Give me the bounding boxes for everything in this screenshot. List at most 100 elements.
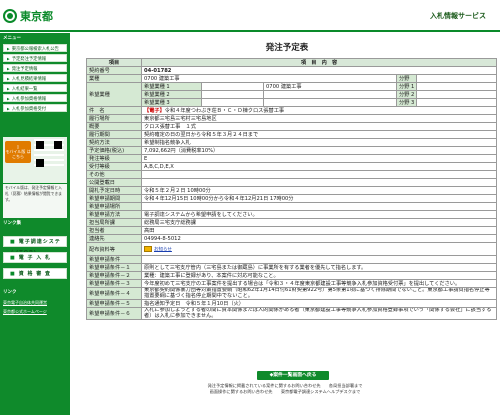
row-value: 東京都三宅島三宅村三宅島地区 xyxy=(140,114,498,123)
row-value: 指名通知予定日 令和５年１月10日（火） xyxy=(140,299,498,308)
kenmei-value: 【電子】令和４年度つわぶき荘Ｂ・Ｃ・Ｄ棟クロス張替工事 xyxy=(140,106,498,115)
sidebar-item-kekka[interactable]: 入札見積結果情報 xyxy=(3,74,67,82)
table-row: 希望申請場所 xyxy=(86,202,498,211)
sidebar-button-top[interactable]: 電子調達システム(TOP) xyxy=(3,236,67,256)
spec-table: 項目 項 目 内 容 契約番号 04-01782 業種 0700 建築工事 分野… xyxy=(86,58,498,320)
sidebar-button-denshi-nyusatsu[interactable]: 電 子 入 札 xyxy=(3,252,67,263)
attach-link[interactable]: お知らせ xyxy=(154,247,172,252)
row-label: その他 xyxy=(86,170,142,179)
sidebar-link-tokyo-hp[interactable]: 東京都公式ホームページ xyxy=(3,308,67,315)
sidebar-menu-head: メニュー xyxy=(3,36,21,41)
row-value: A,B,C,D,E,X xyxy=(140,162,498,171)
footer-line-2: 画面操作に関するお問い合わせ先 東京都電子調達システムヘルプデスクまで xyxy=(209,389,361,394)
table-row: 公開登載日 xyxy=(86,178,498,187)
kenmei-tag: 【電子】 xyxy=(144,108,165,114)
footer: 発注予定情報に掲載されている案件に関するお問い合わせ先 各局担当部署まで 画面操… xyxy=(70,383,500,395)
wish-sub-label: 希望業種 1 xyxy=(141,82,202,91)
table-row: 希望申請条件－２ 業種：建築工事に登録があり、本案件に対応可能なこと。 xyxy=(86,271,498,280)
row-value: 契約確定の日の翌日から令和５年３月２４日まで xyxy=(140,130,498,139)
row-value xyxy=(140,255,498,264)
sidebar-item-kekka-list[interactable]: 入札結果一覧 xyxy=(3,84,67,92)
row-label: 受付等級 xyxy=(86,162,142,171)
row-value: 東京都契約関係暴力団等対策措置要綱（昭和62年1月14日付61財契第922号）第… xyxy=(140,287,498,300)
wish-value xyxy=(201,98,397,107)
wish-sub-label: 希望業種 2 xyxy=(141,90,202,99)
qr-code-icon xyxy=(34,139,64,169)
table-row: 発注等級 E xyxy=(86,154,498,163)
table-row: 予定価格(税込) 7,092,662円（消費税率10%） xyxy=(86,146,498,155)
wish-bunya: 分野 2 xyxy=(396,90,417,99)
mobile-link[interactable]: ▯ モバイル版 はこちら xyxy=(5,141,31,163)
row-value: 今年度初めて三宅支庁の工事案件を提出する場合は「令和３・４年度東京都建設工事等競… xyxy=(140,279,498,288)
header: 東京都 入札情報サービス xyxy=(0,0,500,32)
service-title: 入札情報サービス xyxy=(430,12,486,20)
row-label: 発注等級 xyxy=(86,154,142,163)
row-value: 電子調達システムから希望申請をしてください。 xyxy=(140,210,498,219)
row-label: 希望申請方法 xyxy=(86,210,142,219)
sidebar-item-hatchu[interactable]: 発注予定情報 xyxy=(3,64,67,72)
table-row: 業種 0700 建築工事 分野 xyxy=(86,74,498,83)
row-value xyxy=(140,202,498,211)
row-value: 希望制指名競争入札 xyxy=(140,138,498,147)
table-row: 希望申請期間 令和４年12月15日 10時00分から令和４年12月21日 17時0… xyxy=(86,194,498,203)
wish-bunya: 分野 1 xyxy=(396,82,417,91)
sidebar-footer-links-head: リンク xyxy=(3,290,17,295)
table-row: 希望申請条件－４ 東京都契約関係暴力団等対策措置要綱（昭和62年1月14日付61財… xyxy=(86,287,498,300)
tokyo-logo[interactable]: 東京都 xyxy=(3,8,53,24)
wish-value xyxy=(201,90,397,99)
back-to-list-button[interactable]: ◆案件一覧画面へ戻る xyxy=(257,371,329,380)
row-label: 履行場所 xyxy=(86,114,142,123)
wish-label: 希望業種 xyxy=(86,82,142,107)
attachment-icon xyxy=(144,245,152,252)
row-label: 業種 xyxy=(86,74,142,83)
row-value: 総務局三宅支庁総務課 xyxy=(140,218,498,227)
table-row: 件 名 【電子】令和４年度つわぶき荘Ｂ・Ｃ・Ｄ棟クロス張替工事 xyxy=(86,106,498,115)
table-row: 希望業種 3 分野 3 xyxy=(87,98,498,107)
sidebar-item-koho[interactable]: 東京都公報検索入札公告 xyxy=(3,44,67,52)
row-value xyxy=(140,170,498,179)
row-label: 希望申請条件－１ xyxy=(86,263,142,272)
row-label: 希望申請条件－６ xyxy=(86,307,142,320)
row-label: 担当者 xyxy=(86,226,142,235)
table-row: 契約方法 希望制指名競争入札 xyxy=(86,138,498,147)
row-label: 希望申請条件－５ xyxy=(86,299,142,308)
wish-bunya-value xyxy=(415,90,498,99)
row-value xyxy=(140,178,498,187)
row-value: 高田 xyxy=(140,226,498,235)
wish-value: 0700 建築工事 xyxy=(201,82,397,91)
row-value: クロス張替工事 １式 xyxy=(140,122,498,131)
row-value: 令和４年12月15日 10時00分から令和４年12月21日 17時00分 xyxy=(140,194,498,203)
row-label: 概要 xyxy=(86,122,142,131)
table-row: 希望業種 希望業種 1 0700 建築工事 分野 1 xyxy=(86,82,498,107)
sidebar-item-yotei[interactable]: 予定発注予定情報 xyxy=(3,54,67,62)
wish-bunya: 分野 3 xyxy=(396,98,417,107)
row-value: 04-01782 xyxy=(140,66,498,75)
table-row: 希望申請条件－１ 原則として三宅支庁管内（三宅島または御蔵島）に事業所を有する業者… xyxy=(86,263,498,272)
kenmei-text: 令和４年度つわぶき荘Ｂ・Ｃ・Ｄ棟クロス張替工事 xyxy=(164,108,285,114)
table-row: 担当者 高田 xyxy=(86,226,498,235)
table-row: 概要 クロス張替工事 １式 xyxy=(86,122,498,131)
wish-gyoshu: 0700 建築工事 xyxy=(266,84,302,90)
table-row: 履行期間 契約確定の日の翌日から令和５年３月２４日まで xyxy=(86,130,498,139)
row-label: 予定価格(税込) xyxy=(86,146,142,155)
table-row: その他 xyxy=(86,170,498,179)
wish-bunya-value xyxy=(415,82,498,91)
sidebar-item-shikaku[interactable]: 入札参加資格情報 xyxy=(3,94,67,102)
col-header-content: 項 目 内 容 xyxy=(140,58,498,67)
row-label: 履行期間 xyxy=(86,130,142,139)
row-label: 契約番号 xyxy=(86,66,142,75)
row-label: 希望申請条件 xyxy=(86,255,142,264)
wish-bunya-value xyxy=(415,98,498,107)
row-value: 入札に参加しようとする者の間に資本関係または人的関係がある者（東京都建設工事等競… xyxy=(140,307,498,320)
header-divider xyxy=(0,30,500,32)
table-row: 希望申請条件 xyxy=(86,255,498,264)
row-value: 原則として三宅支庁管内（三宅島または御蔵島）に事業所を有する業者を優先して指名し… xyxy=(140,263,498,272)
row-label: 希望申請条件－３ xyxy=(86,279,142,288)
sidebar-item-uketsuke[interactable]: 入札参加資格受付 xyxy=(3,104,67,112)
table-row: 希望申請方法 電子調達システムから希望申請をしてください。 xyxy=(86,210,498,219)
sidebar-button-shikaku-shinsa[interactable]: 資 格 審 査 xyxy=(3,268,67,279)
sidebar-link-kyodo[interactable]: 東京電子自治体共同運営 xyxy=(3,299,67,306)
row-label: 担当局所課 xyxy=(86,218,142,227)
bunya-label: 分野 xyxy=(396,74,417,83)
table-row: 配布資料等 お知らせ xyxy=(86,242,498,256)
